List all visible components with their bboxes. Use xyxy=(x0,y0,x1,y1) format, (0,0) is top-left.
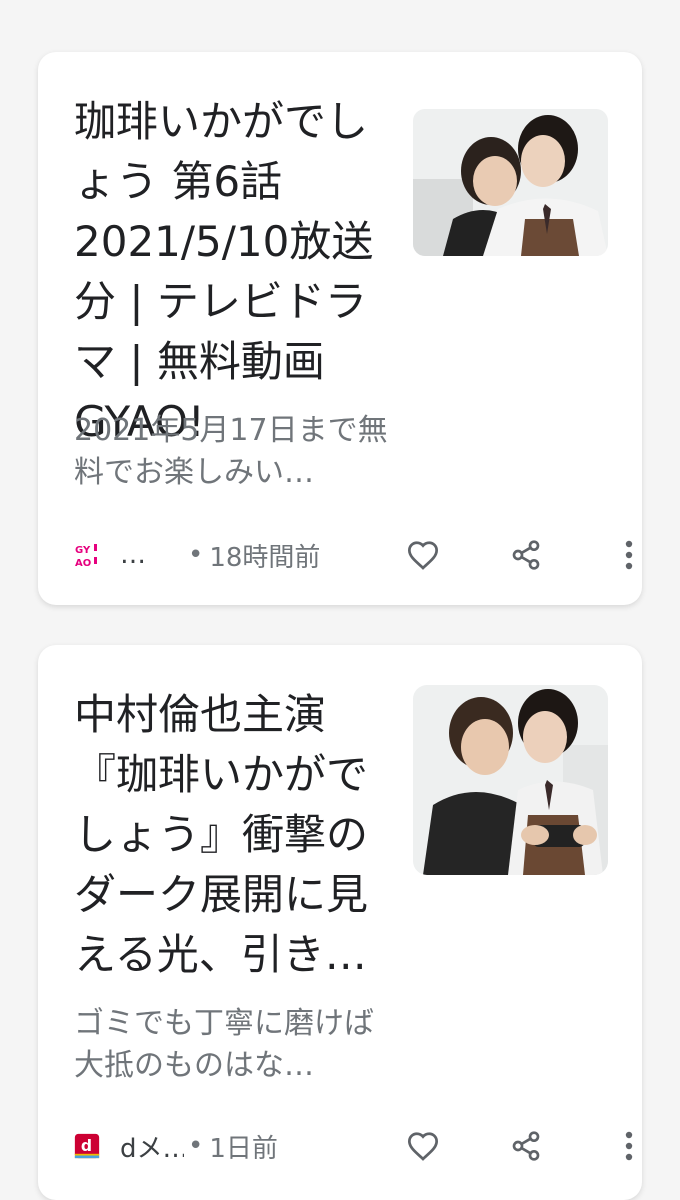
svg-text:AO: AO xyxy=(75,558,91,568)
like-button[interactable] xyxy=(398,530,448,580)
published-time: 1日前 xyxy=(209,1133,278,1164)
dmenu-logo-icon: d xyxy=(74,1133,100,1159)
more-options-button[interactable] xyxy=(604,530,642,580)
article-snippet: 2021年5月17日まで無料でお楽しみい… xyxy=(74,413,388,490)
article-title[interactable]: 中村倫也主演『珈琲いかがでしょう』衝撃のダーク展開に見える光、引き… xyxy=(74,685,394,985)
article-thumbnail[interactable] xyxy=(413,685,608,875)
gyao-logo-icon: GY AO xyxy=(74,542,100,568)
share-icon xyxy=(512,1131,540,1161)
share-icon xyxy=(512,540,540,570)
like-button[interactable] xyxy=(398,1121,448,1171)
card-footer: GY AO … • 18時間前 xyxy=(74,530,633,580)
svg-text:d: d xyxy=(81,1137,92,1155)
source-name[interactable]: … xyxy=(120,540,184,570)
news-card[interactable]: 珈琲いかがでしょう 第6話 2021/5/10放送分 | テレビドラマ | 無料… xyxy=(38,52,642,605)
heart-icon xyxy=(407,541,439,570)
news-card[interactable]: 中村倫也主演『珈琲いかがでしょう』衝撃のダーク展開に見える光、引き… ゴミでも丁… xyxy=(38,645,642,1200)
source-name[interactable]: dメ… xyxy=(120,1128,184,1165)
share-button[interactable] xyxy=(501,1121,551,1171)
article-title[interactable]: 珈琲いかがでしょう 第6話 2021/5/10放送分 | テレビドラマ | 無料… xyxy=(74,92,394,452)
article-snippet: ゴミでも丁寧に磨けば大抵のものはな… xyxy=(74,1006,374,1083)
heart-icon xyxy=(407,1132,439,1161)
article-thumbnail[interactable] xyxy=(413,109,608,256)
more-vert-icon xyxy=(625,1131,633,1161)
separator-dot: • xyxy=(188,1131,204,1161)
svg-text:GY: GY xyxy=(75,545,91,556)
card-footer: d dメ… • 1日前 xyxy=(74,1121,633,1171)
share-button[interactable] xyxy=(501,530,551,580)
more-vert-icon xyxy=(625,540,633,570)
published-time: 18時間前 xyxy=(209,542,321,573)
separator-dot: • xyxy=(188,540,204,570)
more-options-button[interactable] xyxy=(604,1121,642,1171)
